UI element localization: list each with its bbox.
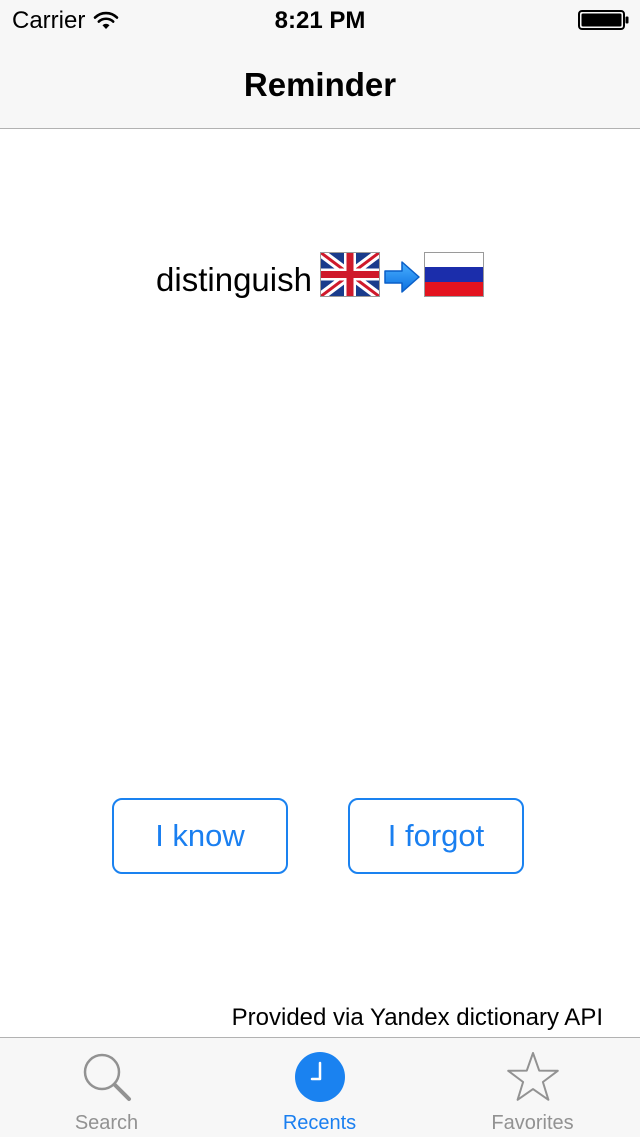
clock-icon	[294, 1052, 345, 1102]
tab-bar: Search Recents Favorites	[0, 1037, 640, 1137]
i-know-button[interactable]: I know	[112, 798, 288, 874]
tab-recents-label: Recents	[282, 1112, 357, 1134]
i-forgot-button[interactable]: I forgot	[348, 798, 524, 874]
russia-flag-icon	[423, 252, 484, 297]
tab-favorites[interactable]: Favorites	[426, 1038, 639, 1137]
tab-search[interactable]: Search	[0, 1038, 213, 1137]
tab-favorites-label: Favorites	[491, 1112, 574, 1134]
arrow-right-icon	[384, 261, 420, 293]
search-icon	[83, 1053, 131, 1101]
yandex-attribution: Provided via Yandex dictionary API	[231, 1004, 603, 1031]
tab-recents[interactable]: Recents	[213, 1038, 426, 1137]
star-icon	[506, 1052, 559, 1101]
battery-icon	[578, 10, 629, 30]
status-bar: Carrier 8:21 PM	[0, 0, 640, 40]
word-card: distinguish	[0, 252, 640, 298]
reminder-word: distinguish	[156, 261, 312, 298]
status-time: 8:21 PM	[274, 7, 366, 34]
navigation-bar: Reminder	[0, 40, 640, 129]
tab-search-label: Search	[74, 1112, 139, 1134]
uk-flag-icon	[319, 252, 380, 297]
page-title: Reminder	[243, 66, 397, 103]
